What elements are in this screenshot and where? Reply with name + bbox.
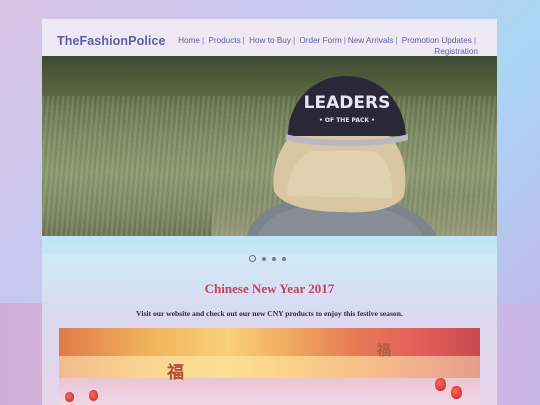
nav-new-arrivals[interactable]: New Arrivals (348, 36, 394, 45)
nav-registration[interactable]: Registration (434, 47, 478, 56)
nav-promotion-updates[interactable]: Promotion Updates (402, 36, 472, 45)
lantern-icon (451, 386, 462, 399)
nav-order-form[interactable]: Order Form (299, 36, 341, 45)
nav-separator: | (292, 36, 296, 45)
cap-logo-subtext: • OF THE PACK • (319, 117, 375, 124)
banner-light-band (59, 356, 480, 378)
nav-home[interactable]: Home (178, 36, 200, 45)
nav-products[interactable]: Products (208, 36, 240, 45)
nav-how-to-buy[interactable]: How to Buy (249, 36, 291, 45)
site-logo[interactable]: TheFashionPolice (57, 34, 166, 48)
page-container: TheFashionPolice Home | Products | How to … (42, 19, 497, 405)
promo-title: Chinese New Year 2017 (204, 281, 335, 296)
nav-separator: | (395, 36, 398, 45)
slider-dot-4[interactable] (282, 256, 286, 261)
banner-fu-glyph: 福 (167, 363, 184, 383)
lantern-icon (65, 392, 74, 402)
slider-dot-3[interactable] (272, 256, 276, 261)
lantern-icon (435, 378, 446, 391)
main-nav: Home | Products | How to Buy | Order Form | N… (168, 35, 478, 57)
nav-separator: | (473, 36, 476, 45)
slider-dot-2[interactable] (262, 256, 266, 261)
nav-separator: | (343, 36, 346, 45)
banner-fu-glyph-secondary: 福 (377, 343, 391, 359)
promo-description: Visit our website and check out our new … (136, 309, 403, 318)
cny-banner-image[interactable]: 福 福 (59, 328, 480, 405)
nav-separator: | (201, 36, 205, 45)
cap-logo-text: LEADERS (304, 93, 391, 113)
hero-person-illustration: LEADERS • OF THE PACK • (247, 76, 437, 236)
hero-slide-image[interactable]: LEADERS • OF THE PACK • (42, 56, 497, 236)
nav-separator: | (242, 36, 245, 45)
slider-dots (249, 250, 292, 268)
header: TheFashionPolice Home | Products | How to … (42, 19, 497, 56)
lantern-icon (89, 390, 98, 401)
slider-dot-1[interactable] (249, 255, 256, 263)
banner-hills (59, 378, 480, 405)
